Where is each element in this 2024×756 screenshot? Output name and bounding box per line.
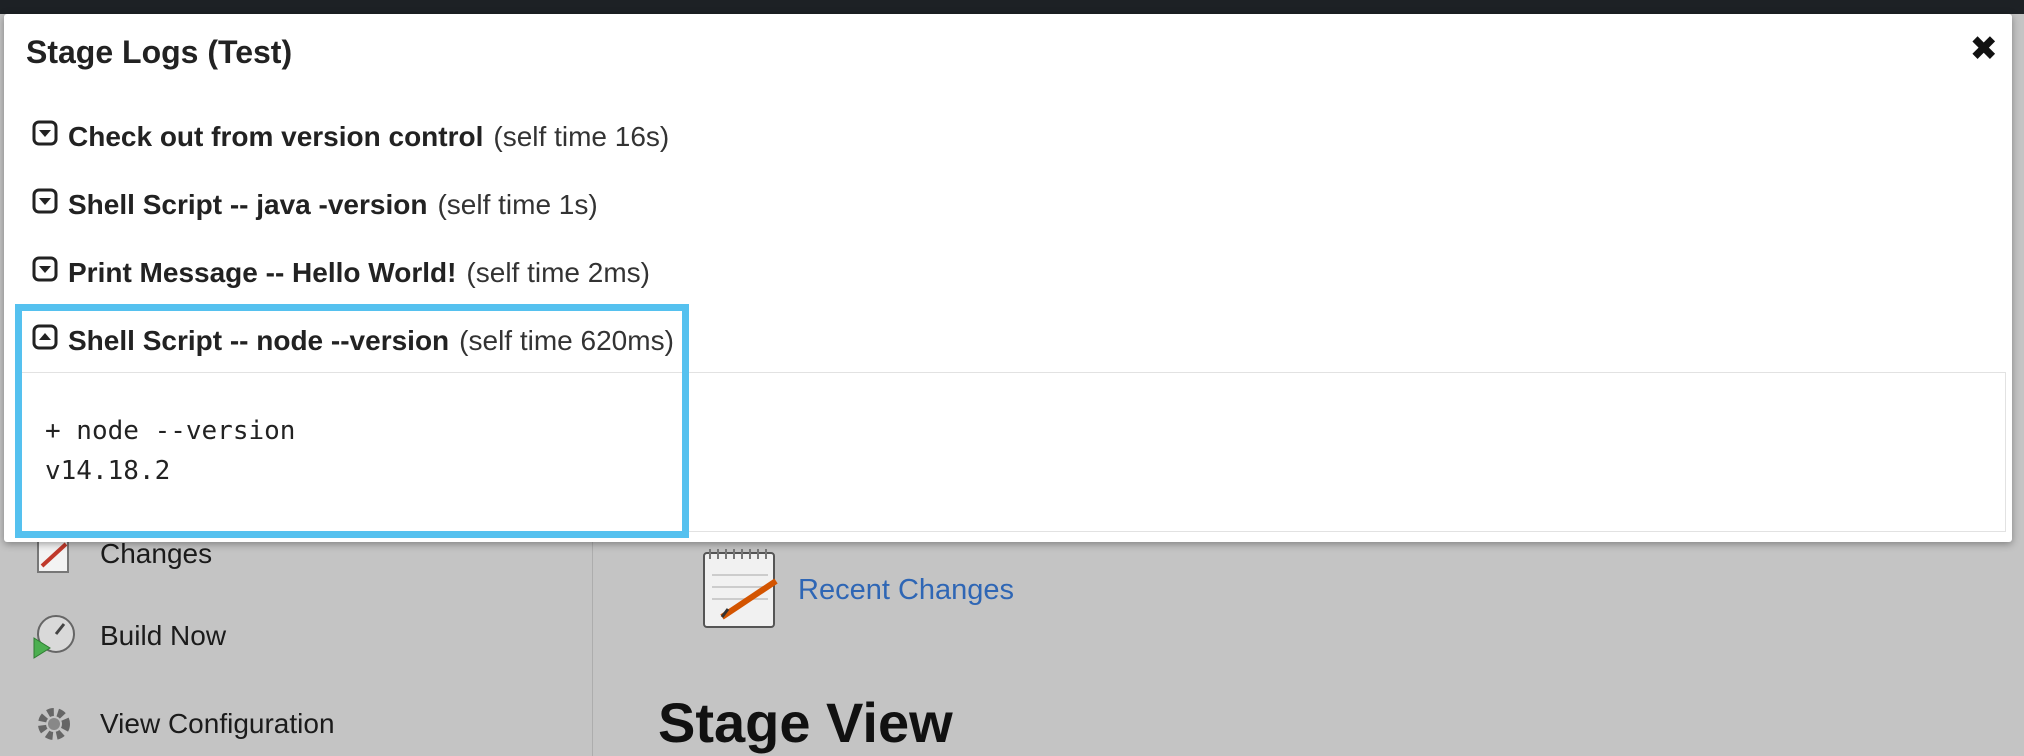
chevron-up-icon[interactable] [32, 324, 58, 357]
sidebar-item-label: Build Now [100, 620, 227, 651]
main-content: Recent Changes Stage View [593, 530, 2024, 756]
chevron-down-icon[interactable] [32, 256, 58, 289]
top-bar [0, 0, 2024, 14]
build-now-icon [30, 612, 78, 660]
step-row[interactable]: Shell Script -- java -version (self time… [32, 188, 598, 221]
log-output-box: + node --version v14.18.2 [18, 372, 2006, 532]
sidebar-item-build-now[interactable]: Build Now [30, 612, 226, 660]
sidebar-item-label: View Configuration [100, 708, 335, 739]
step-time: (self time 620ms) [459, 324, 674, 356]
gear-icon [30, 700, 78, 748]
close-icon[interactable]: ✖ [1970, 32, 1999, 66]
chevron-down-icon[interactable] [32, 120, 58, 153]
step-name: Print Message -- Hello World! [68, 256, 457, 288]
step-time: (self time 1s) [437, 188, 598, 220]
stage-view-heading: Stage View [658, 691, 953, 754]
step-name: Shell Script -- node --version [68, 324, 450, 356]
sidebar: Changes Build Now View Configuration [0, 530, 593, 756]
step-row[interactable]: Print Message -- Hello World! (self time… [32, 256, 650, 289]
sidebar-item-label: Changes [100, 538, 213, 569]
recent-changes[interactable]: Recent Changes [698, 545, 1014, 636]
chevron-down-icon[interactable] [32, 188, 58, 221]
step-time: (self time 16s) [493, 120, 670, 152]
modal-title: Stage Logs (Test) [26, 34, 293, 70]
stage-logs-modal: Stage Logs (Test) ✖ Check out from versi… [4, 14, 2012, 542]
step-time: (self time 2ms) [466, 256, 650, 288]
step-name: Check out from version control [68, 120, 484, 152]
step-row-expanded[interactable]: Shell Script -- node --version (self tim… [32, 324, 674, 357]
step-name: Shell Script -- java -version [68, 188, 428, 220]
step-row[interactable]: Check out from version control (self tim… [32, 120, 669, 153]
notepad-icon [698, 545, 784, 636]
recent-changes-link[interactable]: Recent Changes [798, 574, 1014, 607]
sidebar-item-view-configuration[interactable]: View Configuration [30, 700, 335, 748]
log-output: + node --version v14.18.2 [45, 416, 296, 486]
